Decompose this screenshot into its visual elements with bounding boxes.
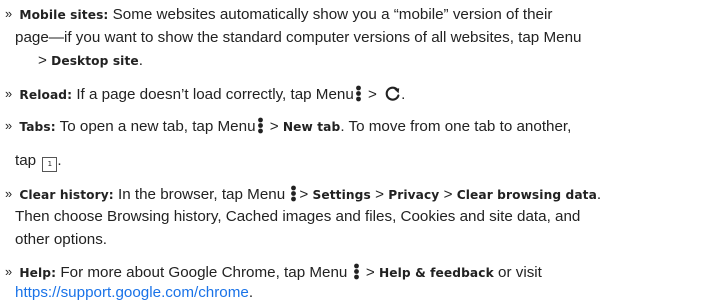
help-text-2: or visit [498,264,542,281]
three-dot-menu-icon [353,263,359,280]
period: . [401,86,406,103]
three-dot-menu-icon [355,85,361,102]
tabs-text-3: tap [15,152,37,169]
help-line-1: » Help: For more about Google Chrome, ta… [5,263,542,282]
bullet: » [5,86,13,101]
period: . [596,186,602,203]
bullet: » [5,186,13,201]
three-dot-menu-icon [291,185,297,202]
support-url-link[interactable]: https://support.google.com/chrome [15,284,249,301]
tabs-title: Tabs: [19,120,56,134]
desktop-site-label: Desktop site [51,54,139,68]
new-tab-label: New tab [282,120,341,134]
clear-history-line-2: Then choose Browsing history, Cached ima… [15,208,580,226]
tab-switcher-icon: 1 [42,156,58,172]
period: . [248,284,254,301]
bullet: » [5,6,13,21]
tabs-line-2: tap 1. [15,152,62,172]
tabs-text-1: To open a new tab, tap Menu [59,118,256,135]
mobile-sites-text-2: page—if you want to show the standard co… [15,29,582,46]
settings-label: Settings [312,188,371,202]
clear-history-line-1: » Clear history: In the browser, tap Men… [5,185,601,204]
period: . [57,152,62,169]
clear-history-text-3: other options. [15,231,108,248]
gt-separator: > [443,186,453,203]
reload-icon [385,86,400,101]
mobile-sites-text-1: Some websites automatically show you a “… [112,6,553,23]
help-text-1: For more about Google Chrome, tap Menu [60,264,348,281]
gt-separator: > [368,86,377,103]
mobile-sites-title: Mobile sites: [19,8,109,22]
help-line-2: https://support.google.com/chrome. [15,284,253,302]
mobile-sites-line-2: page—if you want to show the standard co… [15,29,581,47]
gt-separator: > [365,264,375,281]
clear-history-title: Clear history: [19,188,114,202]
reload-title: Reload: [19,88,73,102]
bullet: » [5,118,13,133]
reload-text: If a page doesn’t load correctly, tap Me… [76,86,354,103]
clear-history-text-2: Then choose Browsing history, Cached ima… [15,208,581,225]
gt-separator: > [299,186,309,203]
mobile-sites-line-3: > Desktop site. [38,52,143,70]
gt-separator: > [38,52,47,69]
clear-browsing-data-label: Clear browsing data [456,188,597,202]
bullet: » [5,264,13,279]
tabs-text-2: . To move from one tab to another, [340,118,572,135]
reload-line: » Reload: If a page doesn’t load correct… [5,85,405,104]
gt-separator: > [375,186,384,203]
clear-history-line-3: other options. [15,231,107,249]
privacy-label: Privacy [388,188,440,202]
clear-history-text-1: In the browser, tap Menu [118,186,286,203]
period: . [138,52,143,69]
mobile-sites-line-1: » Mobile sites: Some websites automatica… [5,6,552,24]
help-feedback-label: Help & feedback [378,266,494,280]
help-title: Help: [19,266,57,280]
tabs-line-1: » Tabs: To open a new tab, tap Menu > Ne… [5,117,571,136]
three-dot-menu-icon [257,117,263,134]
gt-separator: > [269,118,279,135]
